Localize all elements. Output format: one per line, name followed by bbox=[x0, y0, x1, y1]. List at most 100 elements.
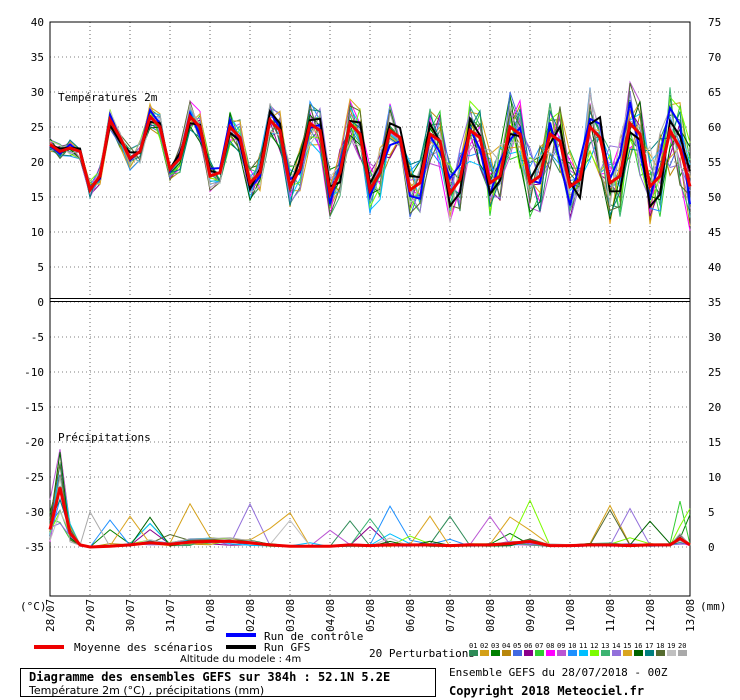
perturbation-swatch bbox=[502, 650, 511, 656]
perturbation-swatch bbox=[568, 650, 577, 656]
left-tick-label: -25 bbox=[24, 471, 44, 484]
perturbation-number: 17 bbox=[645, 642, 653, 650]
temperature-section-label: Températures 2m bbox=[58, 91, 158, 104]
perturbation-swatch bbox=[524, 650, 533, 656]
perturbation-number: 03 bbox=[491, 642, 499, 650]
perturbation-number: 13 bbox=[601, 642, 609, 650]
right-tick-label: 45 bbox=[708, 226, 721, 239]
left-unit-label: (°C) bbox=[20, 600, 47, 613]
perturbation-swatch bbox=[601, 650, 610, 656]
perturbation-number: 02 bbox=[480, 642, 488, 650]
right-tick-label: 10 bbox=[708, 471, 721, 484]
perturbation-swatch bbox=[612, 650, 621, 656]
legend-mean-label: Moyenne des scénarios bbox=[74, 641, 213, 654]
x-axis-dates: 28/07 29/07 30/07 31/07 01/08 02/08 03/08 04/08… bbox=[44, 599, 697, 632]
perturbation-swatch bbox=[579, 650, 588, 656]
perturbation-swatch bbox=[590, 650, 599, 656]
perturbation-swatch bbox=[645, 650, 654, 656]
chart-title: Diagramme des ensembles GEFS sur 384h : … bbox=[29, 670, 391, 684]
x-date-label: 03/08 bbox=[284, 599, 297, 632]
left-axis-ticks: 40 35 30 25 20 15 10 5 0 -5 -10 -15 -20 -25 -30 -35 bbox=[24, 16, 44, 554]
x-date-label: 06/08 bbox=[404, 599, 417, 632]
perturbation-swatch bbox=[656, 650, 665, 656]
left-tick-label: 30 bbox=[31, 86, 44, 99]
perturbation-swatch bbox=[634, 650, 643, 656]
x-date-label: 01/08 bbox=[204, 599, 217, 632]
perturbation-swatch bbox=[546, 650, 555, 656]
x-date-label: 10/08 bbox=[564, 599, 577, 632]
left-tick-label: -5 bbox=[31, 331, 44, 344]
right-tick-label: 50 bbox=[708, 191, 721, 204]
perturbation-number: 10 bbox=[568, 642, 576, 650]
perturbation-number: 04 bbox=[502, 642, 510, 650]
perturbation-swatch bbox=[678, 650, 687, 656]
perturbation-number: 15 bbox=[623, 642, 631, 650]
precipitation-section-label: Précipitations bbox=[58, 431, 151, 444]
right-tick-label: 25 bbox=[708, 366, 721, 379]
left-tick-label: 25 bbox=[31, 121, 44, 134]
ensemble-run-info: Ensemble GEFS du 28/07/2018 - 00Z bbox=[449, 666, 668, 679]
left-tick-label: 10 bbox=[31, 226, 44, 239]
copyright: Copyright 2018 Meteociel.fr bbox=[449, 684, 645, 698]
left-tick-label: 15 bbox=[31, 191, 44, 204]
x-date-label: 12/08 bbox=[644, 599, 657, 632]
legend-perturbations-label: 20 Perturbations bbox=[369, 647, 475, 660]
perturbation-swatch bbox=[491, 650, 500, 656]
perturbation-number: 07 bbox=[535, 642, 543, 650]
right-tick-label: 5 bbox=[708, 506, 715, 519]
right-tick-label: 75 bbox=[708, 16, 721, 29]
perturbation-swatch bbox=[557, 650, 566, 656]
x-date-label: 05/08 bbox=[364, 599, 377, 632]
model-altitude: Altitude du modele : 4m bbox=[180, 654, 302, 665]
right-tick-label: 65 bbox=[708, 86, 721, 99]
right-tick-label: 35 bbox=[708, 296, 721, 309]
x-date-label: 30/07 bbox=[124, 599, 137, 632]
left-tick-label: -10 bbox=[24, 366, 44, 379]
left-tick-label: 40 bbox=[31, 16, 44, 29]
left-tick-label: 0 bbox=[37, 296, 44, 309]
perturbation-number: 19 bbox=[667, 642, 675, 650]
perturbation-number: 09 bbox=[557, 642, 565, 650]
chart-subtitle: Température 2m (°C) , précipitations (mm… bbox=[29, 684, 265, 697]
perturbation-number: 01 bbox=[469, 642, 477, 650]
chart-title-box: Diagramme des ensembles GEFS sur 384h : … bbox=[20, 668, 436, 697]
x-date-label: 07/08 bbox=[444, 599, 457, 632]
perturbation-swatch bbox=[513, 650, 522, 656]
gefs-ensemble-chart: 4035302520151050-5-10-15-20-25-30-35 757… bbox=[20, 16, 727, 660]
x-date-label: 11/08 bbox=[604, 599, 617, 632]
perturbation-number: 06 bbox=[524, 642, 532, 650]
perturbation-number: 08 bbox=[546, 642, 554, 650]
x-date-label: 09/08 bbox=[524, 599, 537, 632]
perturbation-swatch bbox=[535, 650, 544, 656]
x-date-label: 13/08 bbox=[684, 599, 697, 632]
perturbation-number: 20 bbox=[678, 642, 686, 650]
perturbation-number: 14 bbox=[612, 642, 620, 650]
legend-gfs-label: Run GFS bbox=[264, 641, 310, 654]
left-tick-label: 35 bbox=[31, 51, 44, 64]
perturbation-legend: 01 02 03 04 05 06 07 08 09 10 11 12 13 14 15 16 17 18 19 20 bbox=[469, 642, 687, 656]
x-date-label: 04/08 bbox=[324, 599, 337, 632]
left-tick-label: -20 bbox=[24, 436, 44, 449]
left-tick-label: -15 bbox=[24, 401, 44, 414]
right-tick-label: 55 bbox=[708, 156, 721, 169]
x-date-label: 02/08 bbox=[244, 599, 257, 632]
right-tick-label: 0 bbox=[708, 541, 715, 554]
right-tick-label: 60 bbox=[708, 121, 721, 134]
right-tick-label: 30 bbox=[708, 331, 721, 344]
perturbation-number: 12 bbox=[590, 642, 598, 650]
x-date-label: 31/07 bbox=[164, 599, 177, 632]
right-axis-ticks: 757065605550454035302520151050 bbox=[708, 16, 721, 554]
perturbation-number: 16 bbox=[634, 642, 642, 650]
perturbation-swatch bbox=[667, 650, 676, 656]
perturbation-swatch bbox=[480, 650, 489, 656]
perturbation-number: 05 bbox=[513, 642, 521, 650]
x-date-label: 08/08 bbox=[484, 599, 497, 632]
perturbation-number: 18 bbox=[656, 642, 664, 650]
right-tick-label: 15 bbox=[708, 436, 721, 449]
perturbation-swatch bbox=[623, 650, 632, 656]
left-tick-label: -35 bbox=[24, 541, 44, 554]
right-tick-label: 70 bbox=[708, 51, 721, 64]
right-tick-label: 40 bbox=[708, 261, 721, 274]
left-tick-label: 5 bbox=[37, 261, 44, 274]
perturbation-swatch bbox=[469, 650, 478, 656]
